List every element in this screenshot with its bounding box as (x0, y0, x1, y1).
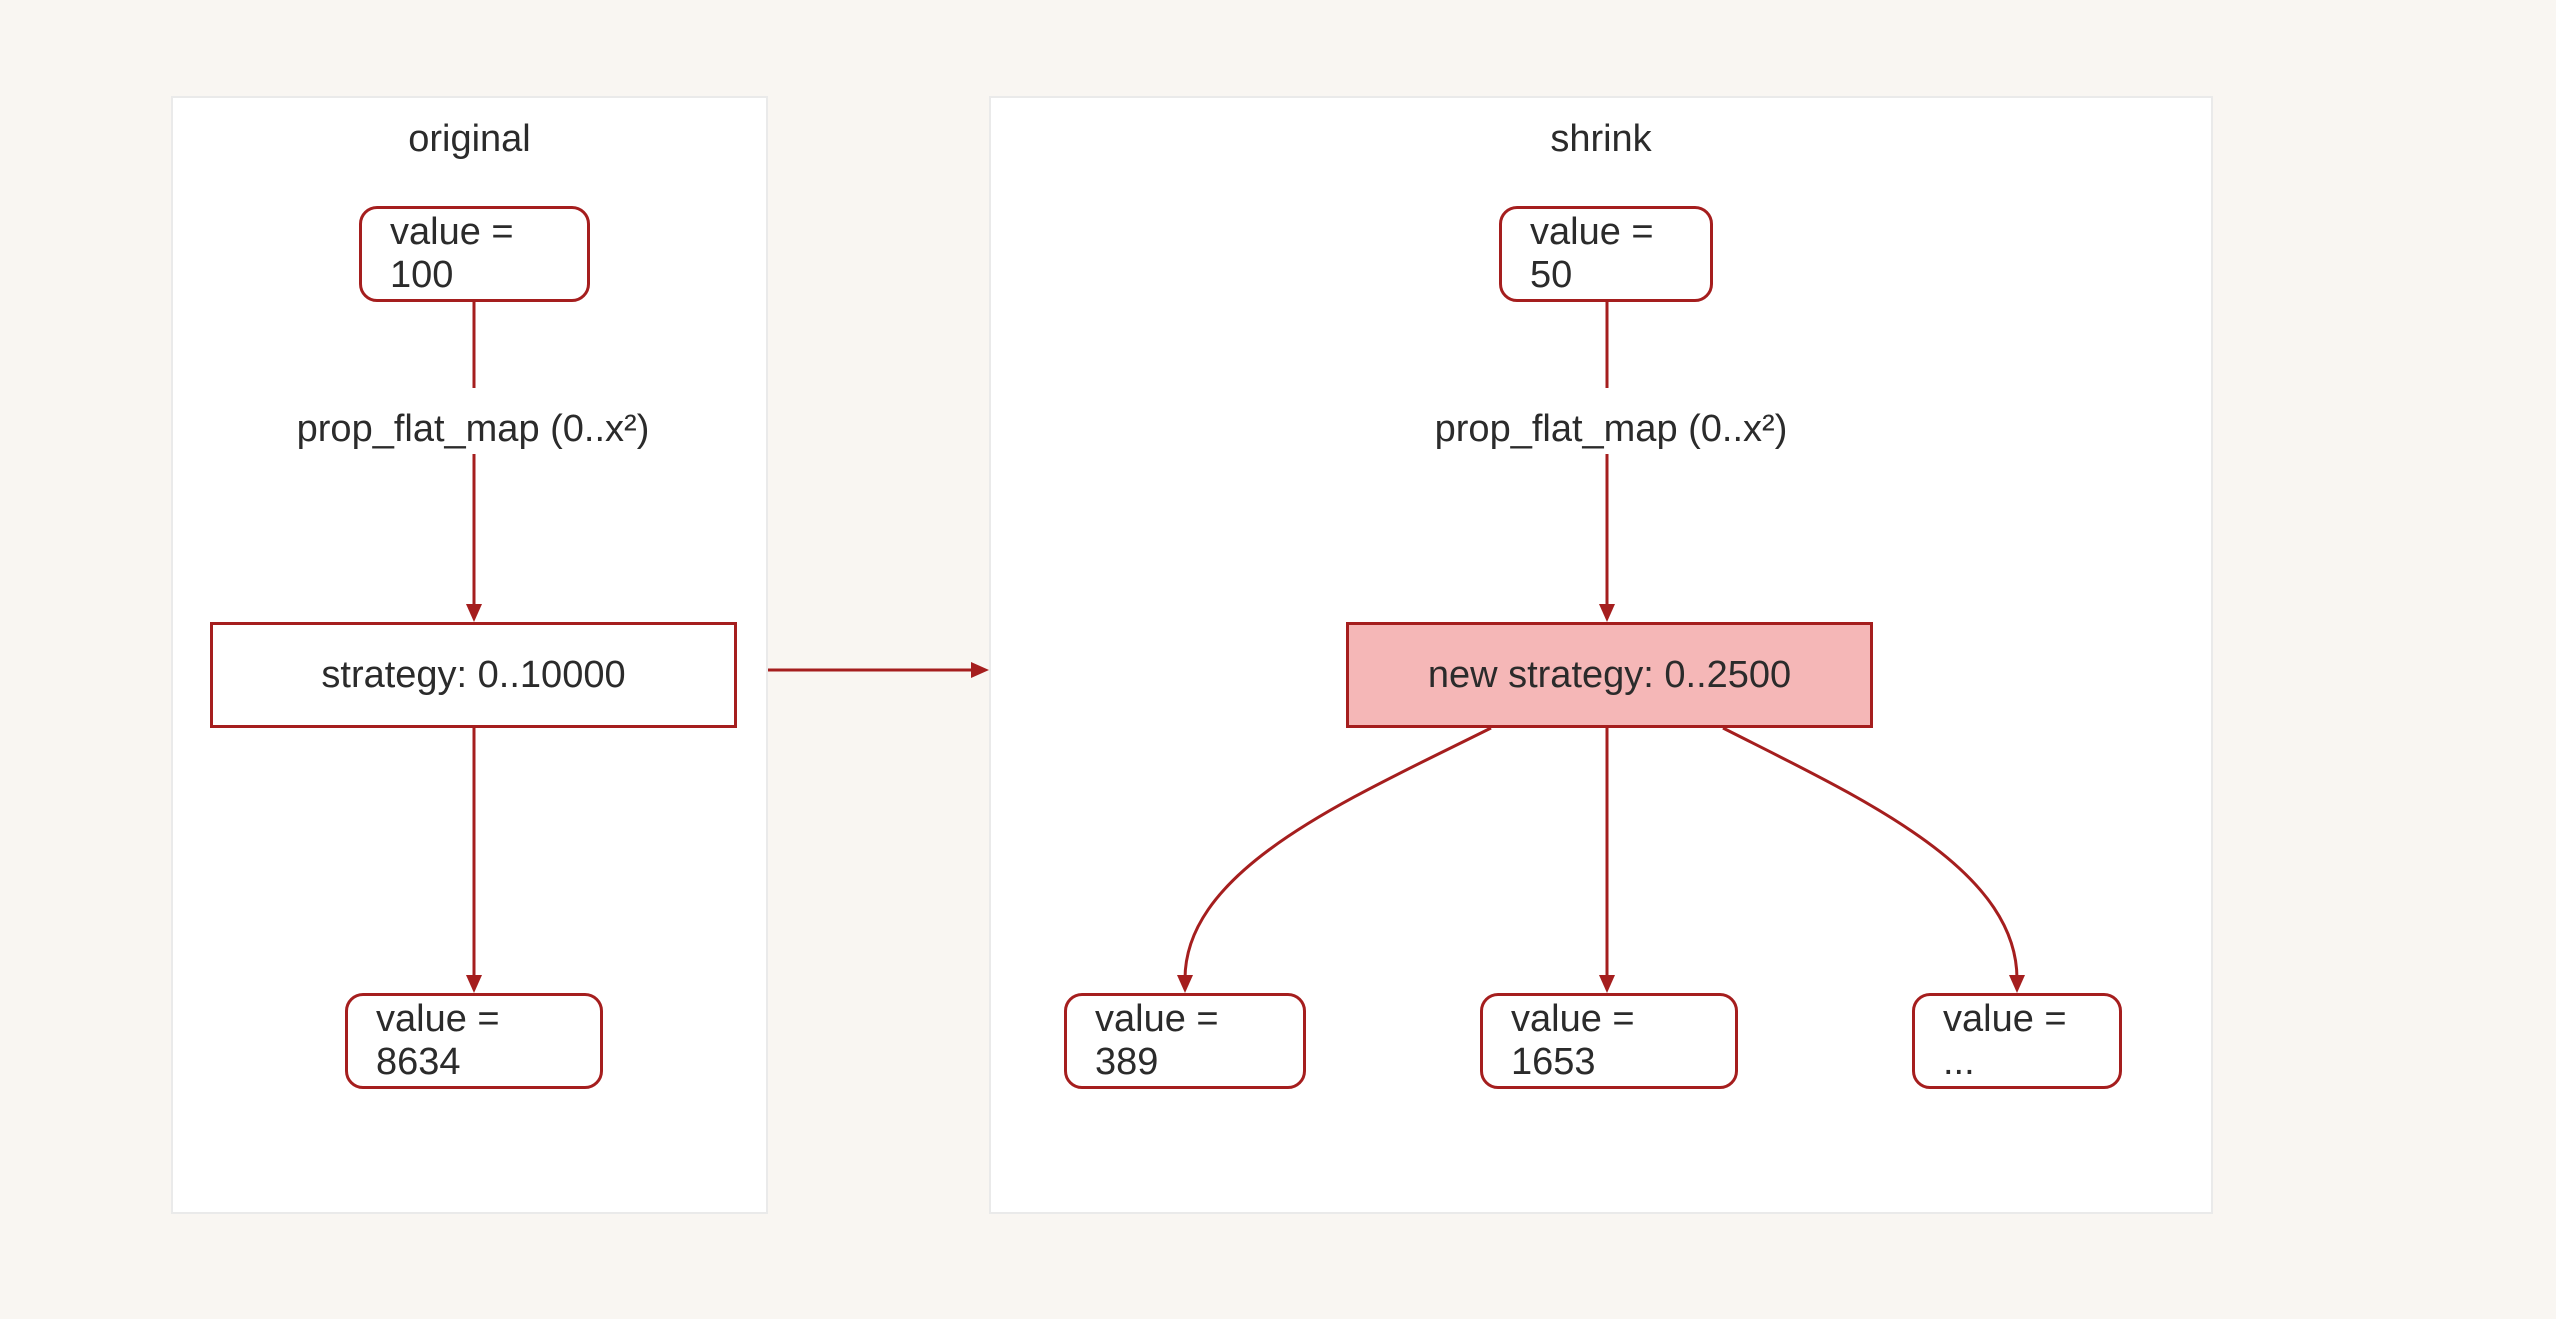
edge-label-left: prop_flat_map (0..x²) (253, 408, 693, 451)
node-strategy-right: new strategy: 0..2500 (1346, 622, 1873, 728)
node-label: value = 389 (1095, 998, 1275, 1084)
node-value-top-left: value = 100 (359, 206, 590, 302)
node-value-top-right: value = 50 (1499, 206, 1713, 302)
node-strategy-left: strategy: 0..10000 (210, 622, 737, 728)
edge-label-right: prop_flat_map (0..x²) (1391, 408, 1831, 451)
node-value-1: value = 389 (1064, 993, 1306, 1089)
node-label: value = ... (1943, 998, 2091, 1084)
node-value-bottom-left: value = 8634 (345, 993, 603, 1089)
node-label: value = 100 (390, 211, 559, 297)
node-value-3: value = ... (1912, 993, 2122, 1089)
panel-title-original: original (173, 118, 766, 161)
node-label: value = 1653 (1511, 998, 1707, 1084)
node-label: new strategy: 0..2500 (1428, 654, 1791, 697)
panel-title-shrink: shrink (991, 118, 2211, 161)
node-value-2: value = 1653 (1480, 993, 1738, 1089)
panel-original: original value = 100 prop_flat_map (0..x… (171, 96, 768, 1214)
node-label: value = 50 (1530, 211, 1682, 297)
node-label: strategy: 0..10000 (321, 654, 625, 697)
panel-shrink: shrink value = 50 prop_flat_map (0..x²) … (989, 96, 2213, 1214)
node-label: value = 8634 (376, 998, 572, 1084)
